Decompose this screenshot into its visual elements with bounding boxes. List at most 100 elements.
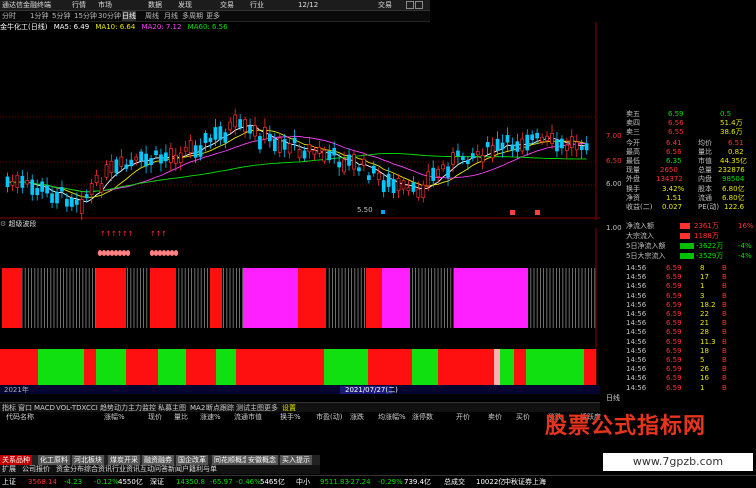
- trade-row: 14:56 6.59 17 B: [626, 273, 727, 282]
- info-link[interactable]: 综合资讯: [84, 465, 112, 474]
- related-tab[interactable]: 关系品种: [0, 455, 32, 465]
- period-tab[interactable]: 15分钟: [74, 11, 97, 21]
- related-tab[interactable]: 化工原料: [38, 455, 70, 465]
- candle: [530, 134, 535, 140]
- column-header-cell[interactable]: 涨跌: [350, 412, 364, 423]
- ma60-label: MA60: 6.56: [187, 23, 228, 31]
- candle: [574, 141, 579, 151]
- trade-button[interactable]: 交易: [378, 0, 392, 10]
- window-controls[interactable]: [406, 1, 430, 19]
- column-header-cell[interactable]: 涨停数: [412, 412, 433, 423]
- watermark-url: www.7gpzb.com: [603, 453, 753, 471]
- candle: [406, 187, 411, 192]
- column-header-cell[interactable]: 开价: [456, 412, 470, 423]
- related-tab[interactable]: 国企改革: [176, 455, 208, 465]
- band-segment: [526, 349, 584, 386]
- trade-row: 14:56 6.59 21 B: [626, 319, 727, 328]
- price-chart[interactable]: 5.50: [0, 22, 600, 220]
- column-header-cell[interactable]: 均涨幅%: [378, 412, 406, 423]
- column-header-cell[interactable]: 涨幅%: [104, 412, 125, 423]
- column-header-cell[interactable]: 代码: [6, 412, 20, 423]
- status-item: 14350.8: [176, 478, 205, 486]
- column-header-cell[interactable]: 流通市值: [234, 412, 262, 423]
- candle: [268, 133, 272, 142]
- related-tab[interactable]: 煤炭开采: [108, 455, 140, 465]
- quote-row: 今开 6.41 均价 6.51: [626, 139, 744, 147]
- status-item: 总成交: [444, 478, 465, 486]
- info-link[interactable]: 扩展: [2, 465, 16, 474]
- column-header-cell[interactable]: 卖价: [488, 412, 502, 423]
- tick-trades-panel[interactable]: 14:56 6.59 8 B 14:56 6.59 17 B 14:56 6.59 1 B 14:56 6…: [600, 264, 756, 394]
- related-tab[interactable]: 安徽概念: [246, 455, 278, 465]
- band-segment: [236, 349, 278, 386]
- watchlist-area[interactable]: [0, 423, 600, 453]
- band-segment: [324, 349, 368, 386]
- column-header-cell[interactable]: 现价: [148, 412, 162, 423]
- related-tab[interactable]: 买入提示: [280, 455, 312, 465]
- trade-row: 14:56 6.59 3 B: [626, 291, 727, 300]
- candle: [84, 194, 89, 199]
- column-header-cell[interactable]: 换手%: [280, 412, 301, 423]
- column-header-cell[interactable]: 市盈(动): [316, 412, 342, 423]
- maximize-icon[interactable]: [415, 1, 423, 9]
- column-header-cell[interactable]: 买价: [516, 412, 530, 423]
- period-tab[interactable]: 多周期: [182, 11, 203, 21]
- period-tab[interactable]: 5分钟: [52, 11, 70, 21]
- candle: [169, 148, 173, 163]
- period-tab[interactable]: 周线: [145, 11, 159, 21]
- band-segment: [158, 349, 186, 386]
- candle: [307, 144, 312, 153]
- period-indicator: 日线: [606, 394, 620, 402]
- candle: [203, 133, 208, 144]
- menu-trade[interactable]: 交易: [220, 0, 234, 10]
- signal-dot: [105, 250, 111, 256]
- period-tab-more[interactable]: 更多: [206, 11, 220, 21]
- info-link[interactable]: 资金分布: [56, 465, 84, 474]
- column-header-cell[interactable]: 名称: [20, 412, 34, 423]
- candle: [178, 152, 183, 163]
- title-bar: 通达信金融终端 行情 市场 数据 发现 交易 行业 12/12 交易: [0, 0, 430, 19]
- event-marker-icon[interactable]: [535, 210, 540, 215]
- capital-flow-panel: 净流入额 2361万 16% 大宗流入 1188万 5日净流入额 -3622万 -4% 5…: [626, 222, 754, 260]
- band-segment: [84, 349, 96, 386]
- candle: [421, 184, 426, 198]
- menu-markets[interactable]: 市场: [98, 0, 112, 10]
- period-tab[interactable]: 分时: [2, 11, 16, 21]
- menu-industry[interactable]: 行业: [250, 0, 264, 10]
- candle: [40, 181, 45, 192]
- candle: [317, 147, 322, 154]
- candle: [10, 180, 15, 186]
- info-link[interactable]: 新闻户籍利与单: [168, 465, 217, 474]
- info-link[interactable]: 行业资讯: [112, 465, 140, 474]
- status-item: -0.12%: [94, 478, 119, 486]
- menu-discover[interactable]: 发现: [178, 0, 192, 10]
- column-header-cell[interactable]: 涨速%: [200, 412, 221, 423]
- candle: [451, 152, 455, 165]
- candle: [223, 132, 228, 143]
- super-band-indicator[interactable]: ↑ ↑ ↑ ↑ ↑ ↑ ↑ ↑ ↑ 2021年 2021/07/27(二): [0, 228, 600, 394]
- candle: [188, 140, 193, 153]
- period-tab[interactable]: 月线: [164, 11, 178, 21]
- info-link[interactable]: 公司报价: [22, 465, 50, 474]
- minimize-icon[interactable]: [406, 1, 414, 9]
- menu-market[interactable]: 行情: [72, 0, 86, 10]
- candle: [164, 152, 168, 162]
- status-item: -0.29%: [378, 478, 403, 486]
- menu-data[interactable]: 数据: [148, 0, 162, 10]
- period-tab[interactable]: 30分钟: [98, 11, 121, 21]
- candle: [282, 139, 287, 150]
- column-header-cell[interactable]: 量比: [174, 412, 188, 423]
- related-tab[interactable]: 融资融券: [142, 455, 174, 465]
- period-tab[interactable]: 1分钟: [30, 11, 48, 21]
- candle: [579, 146, 584, 150]
- candle: [357, 167, 361, 172]
- trade-row: 14:56 6.59 1 B: [626, 282, 727, 291]
- event-marker-icon[interactable]: [510, 210, 515, 215]
- candle: [441, 164, 445, 170]
- info-link[interactable]: 互动问答: [140, 465, 168, 474]
- period-tab-daily[interactable]: 日线: [122, 11, 136, 21]
- app-title: 通达信金融终端: [2, 1, 51, 9]
- candle: [74, 199, 79, 205]
- event-marker-icon[interactable]: [381, 210, 385, 214]
- related-tab[interactable]: 河北板块: [72, 455, 104, 465]
